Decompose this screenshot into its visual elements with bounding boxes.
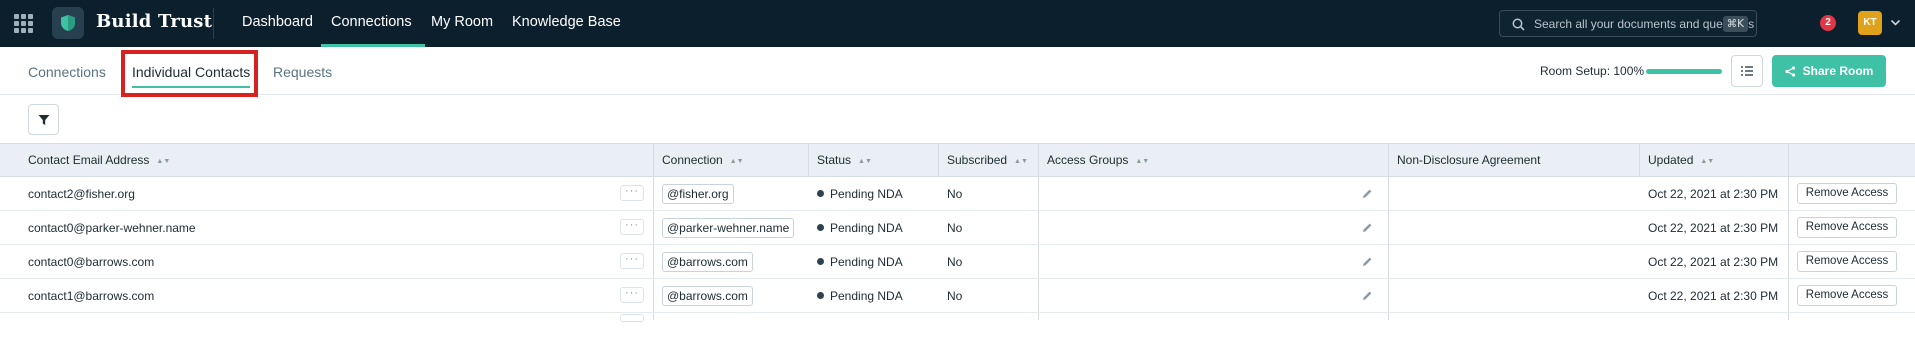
checklist-button[interactable]	[1731, 55, 1763, 87]
share-icon	[1785, 65, 1795, 77]
nav-dashboard[interactable]: Dashboard	[242, 0, 313, 47]
updated-date: Oct 22, 2021 at 2:30 PM	[1648, 187, 1779, 201]
column-header-connection[interactable]: Connection ▲▼	[662, 144, 744, 176]
room-setup-label: Room Setup: 100%	[1540, 64, 1645, 78]
table-row[interactable]: contact1@barrows.com ··· @barrows.com Pe…	[0, 279, 1915, 313]
remove-access-button[interactable]: Remove Access	[1797, 183, 1897, 204]
column-header-status[interactable]: Status ▲▼	[817, 144, 872, 176]
pencil-icon[interactable]	[1362, 290, 1373, 301]
filter-icon	[38, 114, 49, 125]
pencil-icon[interactable]	[1362, 188, 1373, 199]
contact-email: contact0@parker-wehner.name	[28, 221, 196, 235]
notification-badge[interactable]: 2	[1820, 15, 1836, 31]
connection-chip[interactable]: @barrows.com	[662, 252, 753, 272]
search-placeholder: Search all your documents and questions	[1534, 17, 1755, 31]
column-divider	[938, 143, 939, 177]
status: Pending NDA	[817, 245, 903, 279]
shield-logo-icon[interactable]	[52, 7, 84, 39]
brand-name[interactable]: Build Trust	[96, 11, 212, 32]
pencil-icon[interactable]	[1362, 256, 1373, 267]
more-dots-icon[interactable]: ···	[620, 219, 644, 235]
more-dots-icon[interactable]: ···	[620, 185, 644, 201]
table-row[interactable]: contact0@barrows.com ··· @barrows.com Pe…	[0, 245, 1915, 279]
filter-button[interactable]	[28, 104, 59, 135]
column-header-updated[interactable]: Updated ▲▼	[1648, 144, 1714, 176]
tab-connections[interactable]: Connections	[28, 64, 106, 80]
room-setup-progress	[1646, 69, 1722, 74]
contact-email: contact2@fisher.org	[28, 187, 135, 201]
more-dots-icon[interactable]: ···	[620, 287, 644, 303]
column-header-subscribed[interactable]: Subscribed ▲▼	[947, 144, 1028, 176]
subscribed: No	[947, 187, 963, 201]
table-row	[0, 313, 1915, 347]
more-dots-icon[interactable]	[620, 314, 644, 322]
tab-requests[interactable]: Requests	[273, 64, 332, 80]
column-divider	[808, 143, 809, 177]
nav-connections[interactable]: Connections	[321, 0, 425, 47]
highlight-box	[121, 50, 258, 97]
subscribed: No	[947, 221, 963, 235]
more-dots-icon[interactable]: ···	[620, 253, 644, 269]
search-input[interactable]: Search all your documents and questions …	[1499, 10, 1757, 37]
updated-date: Oct 22, 2021 at 2:30 PM	[1648, 221, 1779, 235]
subscribed: No	[947, 289, 963, 303]
status: Pending NDA	[817, 211, 903, 245]
search-shortcut: ⌘K	[1722, 16, 1748, 32]
nav-divider	[213, 8, 214, 39]
column-header-access-groups[interactable]: Access Groups ▲▼	[1047, 144, 1149, 176]
remove-access-button[interactable]: Remove Access	[1797, 251, 1897, 272]
contact-email: contact0@barrows.com	[28, 255, 155, 269]
contact-email: contact1@barrows.com	[28, 289, 155, 303]
chevron-down-icon[interactable]	[1890, 17, 1901, 28]
top-navigation-bar: Build Trust Dashboard Connections My Roo…	[0, 0, 1915, 47]
subscribed: No	[947, 255, 963, 269]
table-header: Contact Email Address ▲▼ Connection ▲▼ Sta…	[0, 143, 1915, 177]
updated-date: Oct 22, 2021 at 2:30 PM	[1648, 289, 1779, 303]
nav-knowledge-base[interactable]: Knowledge Base	[512, 0, 621, 47]
connection-chip[interactable]: @barrows.com	[662, 286, 753, 306]
status: Pending NDA	[817, 177, 903, 211]
share-room-label: Share Room	[1802, 64, 1874, 78]
nav-my-room[interactable]: My Room	[431, 0, 493, 47]
connection-chip[interactable]: @parker-wehner.name	[662, 218, 795, 238]
remove-access-button[interactable]: Remove Access	[1797, 285, 1897, 306]
list-icon	[1741, 66, 1753, 76]
remove-access-button[interactable]: Remove Access	[1797, 217, 1897, 238]
share-room-button[interactable]: Share Room	[1772, 55, 1886, 87]
table-row[interactable]: contact0@parker-wehner.name ··· @parker-…	[0, 211, 1915, 245]
pencil-icon[interactable]	[1362, 222, 1373, 233]
column-divider	[1639, 143, 1640, 177]
updated-date: Oct 22, 2021 at 2:30 PM	[1648, 255, 1779, 269]
table-row[interactable]: contact2@fisher.org ··· @fisher.org Pend…	[0, 177, 1915, 211]
avatar[interactable]: KT	[1858, 11, 1882, 35]
column-header-nda: Non-Disclosure Agreement	[1397, 153, 1541, 167]
connection-chip[interactable]: @fisher.org	[662, 184, 734, 204]
column-header-email[interactable]: Contact Email Address ▲▼	[28, 144, 170, 176]
search-icon	[1512, 18, 1525, 31]
apps-grid-icon[interactable]	[14, 14, 33, 33]
status: Pending NDA	[817, 279, 903, 313]
